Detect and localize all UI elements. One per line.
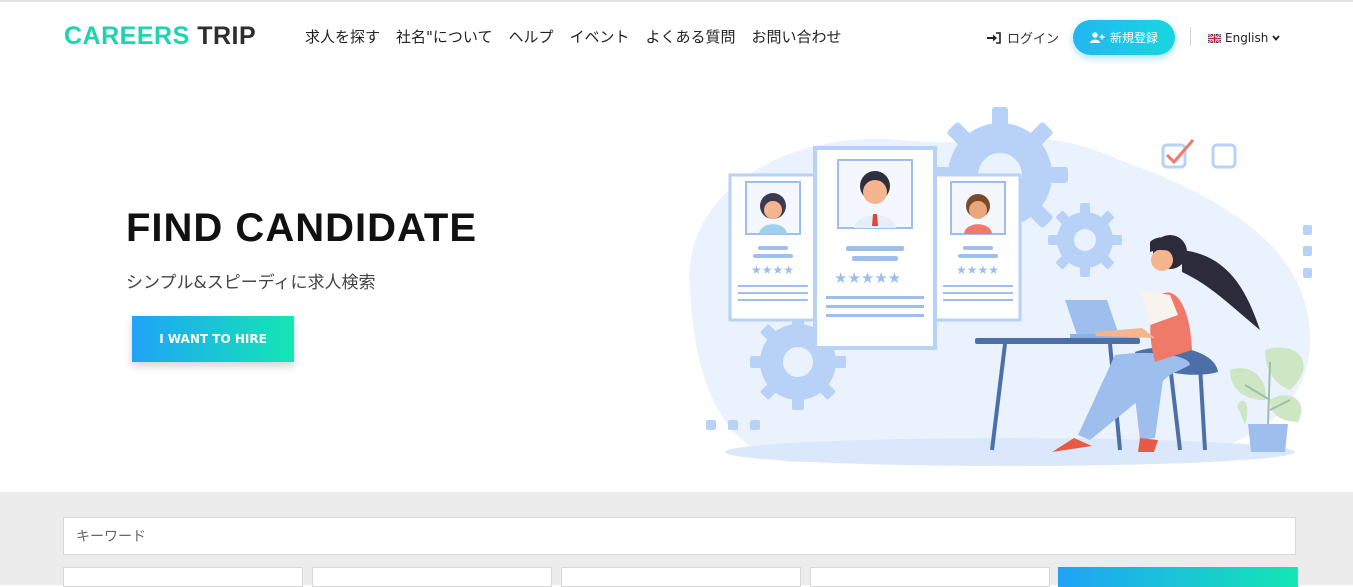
filter-select-4[interactable] xyxy=(810,567,1050,587)
filter-select-1[interactable] xyxy=(63,567,303,587)
nav-events[interactable]: イベント xyxy=(569,26,629,47)
signup-button[interactable]: 新規登録 xyxy=(1073,20,1175,55)
language-label: English xyxy=(1225,31,1269,45)
language-selector[interactable]: English xyxy=(1208,31,1281,45)
logo[interactable]: CAREERS TRIP xyxy=(64,22,256,51)
main-nav: 求人を探す 社名"について ヘルプ イベント よくある質問 お問い合わせ xyxy=(305,26,842,47)
user-plus-icon xyxy=(1089,32,1105,43)
hire-button[interactable]: I WANT TO HIRE xyxy=(132,316,294,362)
nav-about[interactable]: 社名"について xyxy=(396,26,492,47)
keyword-input[interactable] xyxy=(63,517,1296,555)
sign-in-icon xyxy=(987,31,1001,44)
logo-part1: CAREERS xyxy=(64,22,190,50)
hero-title: FIND CANDIDATE xyxy=(126,206,478,250)
uk-flag-icon xyxy=(1208,33,1221,43)
login-label: ログイン xyxy=(1007,32,1060,47)
logo-part2: TRIP xyxy=(197,22,257,50)
chevron-down-icon xyxy=(1272,35,1281,41)
nav-find-jobs[interactable]: 求人を探す xyxy=(305,26,380,47)
signup-label: 新規登録 xyxy=(1109,31,1158,45)
filter-select-2[interactable] xyxy=(312,567,552,587)
filter-select-3[interactable] xyxy=(561,567,801,587)
svg-text:★★★★: ★★★★ xyxy=(956,263,999,277)
top-border xyxy=(0,0,1353,2)
svg-text:★★★★: ★★★★ xyxy=(751,263,794,277)
search-button[interactable] xyxy=(1058,567,1298,587)
nav-contact[interactable]: お問い合わせ xyxy=(752,26,842,47)
hero-illustration: ★★★★ ★★★★ ★★★★★ xyxy=(689,107,1312,466)
nav-faq[interactable]: よくある質問 xyxy=(646,26,736,47)
nav-help[interactable]: ヘルプ xyxy=(508,26,553,47)
header-divider xyxy=(1190,27,1191,46)
login-link[interactable]: ログイン xyxy=(987,28,1059,47)
hero-subtitle: シンプル&スピーディに求人検索 xyxy=(126,273,376,293)
svg-text:★★★★★: ★★★★★ xyxy=(834,269,901,287)
